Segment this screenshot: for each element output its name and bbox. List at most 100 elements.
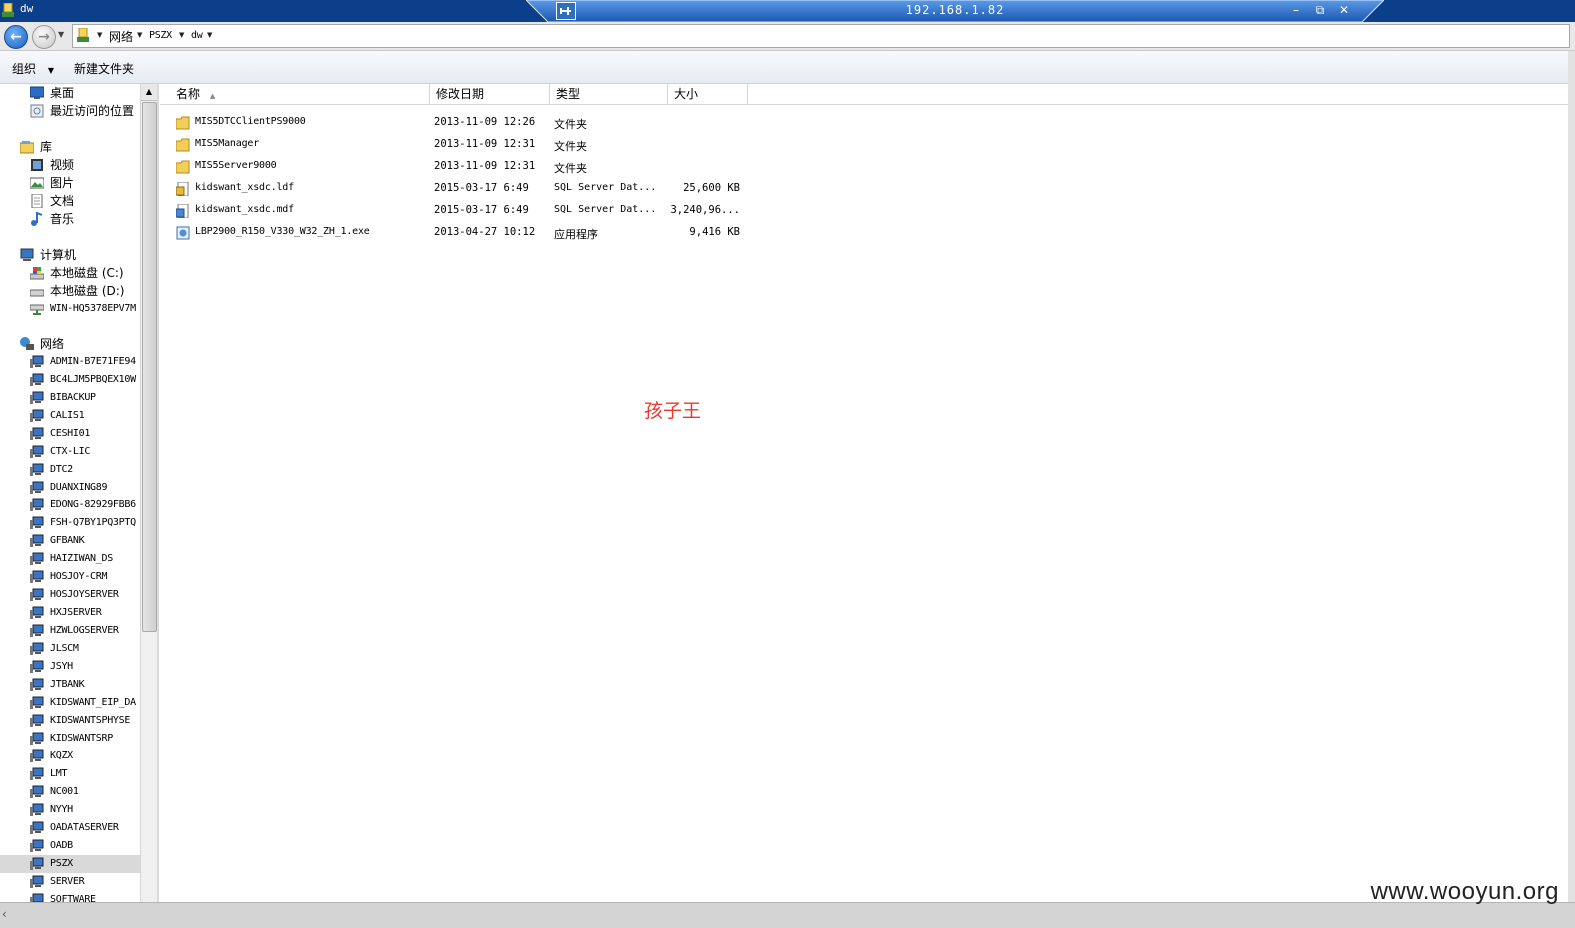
file-row[interactable]: MIS5DTCClientPS9000 2013-11-09 12:26 文件夹 [160,112,760,134]
breadcrumb-separator-icon[interactable]: ▼ [179,31,184,39]
network-computer-label: ADMIN-B7E71FE94 [50,356,136,367]
network-computer-icon [30,732,44,745]
file-modified-date: 2015-03-17 6:49 [434,204,529,216]
right-scrollbar[interactable] [1568,51,1575,903]
nav-item-network-computer[interactable]: KIDSWANT_EIP_DA [0,694,140,712]
close-button[interactable]: ✕ [1336,2,1352,18]
nav-item-network-computer[interactable]: OADB [0,837,140,855]
network-computer-icon [30,606,44,620]
breadcrumb-separator-icon[interactable]: ▼ [97,31,102,39]
nav-item-network-computer[interactable]: BC4LJM5PBQEX10W [0,371,140,389]
network-computer-label: JTBANK [50,678,85,690]
nav-item-network-computer[interactable]: KIDSWANTSPHYSE [0,712,140,730]
nav-item-network-computer[interactable]: KIDSWANTSRP [0,730,140,748]
video-icon [31,159,43,171]
column-header-type[interactable]: 类型 [550,84,668,104]
network-computer-label: PSZX [50,858,73,870]
pane-splitter[interactable] [157,84,159,902]
network-computer-icon [30,481,44,494]
nav-item-network-computer[interactable]: JSYH [0,658,140,676]
nav-item-network-computer[interactable]: PSZX [0,855,140,874]
chevron-down-icon[interactable]: ▼ [58,30,64,39]
nav-item-network-computer[interactable]: EDONG-82929FBB6 [0,496,140,514]
nav-item-network-computer[interactable]: GFBANK [0,532,140,550]
exe-file-icon [176,226,190,240]
nav-item-network-computer[interactable]: HXJSERVER [0,604,140,622]
breadcrumb-pszx[interactable]: PSZX [149,30,172,41]
breadcrumb-separator-icon[interactable]: ▼ [207,31,212,39]
network-computer-label: CALIS1 [50,409,85,421]
scrollbar-thumb[interactable] [142,102,157,632]
network-computer-label: NYYH [50,804,73,816]
network-computer-icon [30,552,44,566]
back-button[interactable]: ← [4,25,28,49]
file-row[interactable]: MIS5Manager 2013-11-09 12:31 文件夹 [160,134,760,156]
folder-icon [176,116,190,130]
horizontal-scrollbar[interactable]: ‹ [0,902,1575,928]
nav-item-network-computer[interactable]: SERVER [0,873,140,891]
nav-item-network-computer[interactable]: NC001 [0,783,140,801]
nav-item-network-computer[interactable]: SOFTWARE [0,891,140,902]
address-field[interactable]: ▼ 网络 ▼ PSZX ▼ dw ▼ [72,24,1570,48]
file-name: MIS5DTCClientPS9000 [195,116,306,127]
network-computer-icon [30,463,44,476]
nav-item-network-computer[interactable]: HZWLOGSERVER [0,622,140,640]
nav-item-network-computer[interactable]: CTX-LIC [0,443,140,461]
nav-item-network-computer[interactable]: FSH-Q7BY1PQ3PTQ [0,514,140,532]
nav-item-network-computer[interactable]: DTC2 [0,461,140,479]
nav-item-network-computer[interactable]: CESHI01 [0,425,140,443]
breadcrumb-dw[interactable]: dw [191,30,203,41]
nav-item-network-computer[interactable]: HAIZIWAN_DS [0,550,140,568]
column-header-name[interactable]: 名称 ▲ [168,84,430,104]
nav-item-network-computer[interactable]: JLSCM [0,640,140,658]
minimize-button[interactable]: – [1288,2,1304,18]
network-computer-label: OADB [50,840,73,852]
nav-item-network-computer[interactable]: CALIS1 [0,407,140,425]
nav-item-network-computer[interactable]: ADMIN-B7E71FE94 [0,353,140,371]
file-row[interactable]: LBP2900_R150_V330_W32_ZH_1.exe 2013-04-27… [160,222,760,244]
nav-item-network-computer[interactable]: OADATASERVER [0,819,140,837]
breadcrumb-network[interactable]: 网络 [109,28,133,45]
file-modified-date: 2013-11-09 12:31 [434,160,536,172]
nav-item-network-computer[interactable]: JTBANK [0,676,140,694]
file-row[interactable]: kidswant_xsdc.ldf 2015-03-17 6:49 SQL Serv… [160,178,760,200]
network-computer-label: HZWLOGSERVER [50,624,119,636]
command-toolbar: 组织 ▼ 新建文件夹 [0,51,1575,84]
drive-icon [30,289,44,297]
system-drive-icon [30,267,44,280]
breadcrumb-separator-icon[interactable]: ▼ [137,31,142,39]
new-folder-button[interactable]: 新建文件夹 [74,60,134,77]
nav-item-network-computer[interactable]: HOSJOY-CRM [0,568,140,586]
arrow-right-icon: → [38,29,50,45]
network-folder-icon [77,28,89,42]
file-row[interactable]: MIS5Server9000 2013-11-09 12:31 文件夹 [160,156,760,178]
network-computer-label: HXJSERVER [50,607,102,619]
nav-item-network-computer[interactable]: DUANXING89 [0,479,140,497]
nav-item-network-computer[interactable]: LMT [0,765,140,783]
file-row[interactable]: kidswant_xsdc.mdf 2015-03-17 6:49 SQL Serv… [160,200,760,222]
network-computer-label: OADATASERVER [50,822,119,834]
network-computer-label: HOSJOY-CRM [50,571,108,583]
forward-button[interactable]: → [32,25,56,49]
network-computer-icon [30,516,44,530]
column-header-row: 名称 ▲ 修改日期 类型 大小 [160,84,1568,105]
restore-button[interactable]: ⧉ [1312,2,1328,18]
file-type: 文件夹 [554,140,587,153]
nav-item-network-computer[interactable]: BIBACKUP [0,389,140,407]
nav-item-network-computer[interactable]: HOSJOYSERVER [0,586,140,604]
navigation-scrollbar[interactable]: ▲ [140,84,157,902]
network-computer-icon [30,821,44,835]
network-computer-label: FSH-Q7BY1PQ3PTQ [50,517,136,529]
nav-item-network-computer[interactable]: KQZX [0,747,140,765]
organize-button[interactable]: 组织 ▼ [12,60,54,77]
network-computer-label: JLSCM [50,642,79,654]
network-computer-icon [30,642,44,655]
network-computer-icon [30,749,44,763]
network-computer-label: GFBANK [50,535,85,547]
scroll-left-arrow-icon[interactable]: ‹ [2,907,7,921]
column-header-size[interactable]: 大小 [668,84,748,104]
scroll-up-arrow-icon[interactable]: ▲ [141,84,157,101]
column-header-modified[interactable]: 修改日期 [430,84,550,104]
network-computer-icon [30,696,44,709]
nav-item-network-computer[interactable]: NYYH [0,801,140,819]
